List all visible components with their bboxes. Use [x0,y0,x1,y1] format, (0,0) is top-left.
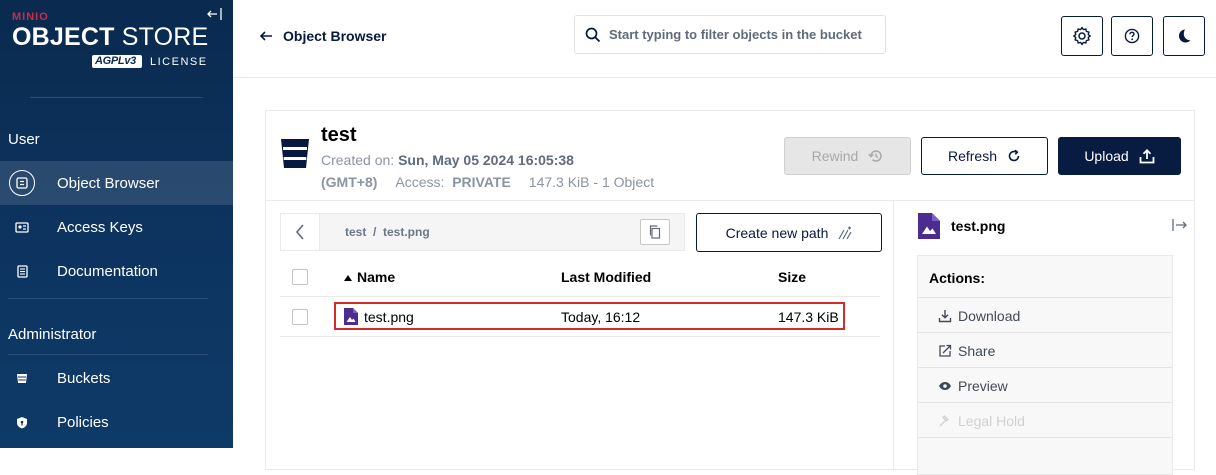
copy-icon [649,225,661,239]
close-panel-icon[interactable] [1172,218,1190,234]
panel-divider [893,200,894,470]
search-box[interactable] [574,15,886,54]
bucket-summary: 147.3 KiB - 1 Object [528,174,655,190]
sidebar-item-label: Object Browser [57,174,160,192]
row-size: 147.3 KiB [778,309,839,325]
share-icon [939,344,952,357]
row-name[interactable]: test.png [364,309,414,325]
rewind-button[interactable]: Rewind [784,137,911,175]
back-arrow-icon [259,31,272,41]
sidebar-item-documentation[interactable]: Documentation [0,249,233,293]
dark-mode-button[interactable] [1163,16,1205,56]
logo-license: AGPLv3 LICENSE [92,55,208,68]
actions-row-empty [918,437,1172,472]
top-bar: Object Browser [233,0,1216,78]
sidebar-divider [8,298,208,299]
help-button[interactable] [1111,16,1153,56]
path-back-button[interactable] [281,214,319,250]
breadcrumb: test / test.png [319,214,684,250]
select-all-checkbox[interactable] [292,269,308,285]
sidebar-item-buckets[interactable]: Buckets [0,356,233,400]
legal-hold-icon [939,415,949,427]
create-new-path-label: Create new path [725,224,829,241]
preview-action[interactable]: Preview [918,367,1172,402]
create-new-path-button[interactable]: Create new path [696,213,882,252]
actions-title: Actions: [929,270,985,286]
chevron-left-icon [295,224,304,240]
search-input[interactable] [609,27,874,42]
legal-hold-action[interactable]: Legal Hold [918,402,1172,437]
bucket-card: test Created on: Sun, May 05 2024 16:05:… [265,110,1195,475]
license-label: LICENSE [150,55,208,68]
new-path-icon [838,226,852,239]
back-label: Object Browser [283,28,387,44]
collapse-sidebar-icon[interactable] [206,7,224,23]
sidebar-item-label: Documentation [57,262,158,280]
sidebar-item-label: Buckets [57,369,111,387]
detail-title: test.png [918,213,1005,239]
sidebar-item-access-keys[interactable]: Access Keys [0,205,233,249]
moon-icon [1179,29,1191,43]
column-name[interactable]: Name [343,269,395,285]
bucket-meta: (GMT+8) Access: PRIVATE 147.3 KiB - 1 Obje… [321,174,654,190]
copy-path-button[interactable] [640,219,670,245]
row-checkbox[interactable] [292,309,308,325]
sort-ascending-icon [344,275,352,281]
share-action[interactable]: Share [918,332,1172,367]
back-to-object-browser[interactable]: Object Browser [259,28,386,44]
rewind-label: Rewind [811,148,859,164]
object-browser-icon [9,170,35,196]
policies-icon [9,409,35,435]
sidebar-divider [8,354,208,355]
section-administrator: Administrator [8,326,97,343]
sidebar-item-label: Policies [57,413,109,431]
column-size[interactable]: Size [778,269,806,285]
refresh-label: Refresh [947,148,998,164]
refresh-icon [1008,149,1020,162]
logo-brand: MINIO [12,11,49,23]
access-label: Access: [395,174,445,190]
settings-button[interactable] [1061,16,1103,56]
help-icon [1124,28,1140,44]
history-icon [868,150,883,162]
path-bar: test / test.png [280,213,685,251]
download-icon [938,310,952,323]
bucket-created: Created on: Sun, May 05 2024 16:05:38 [321,152,574,168]
image-file-icon [918,213,940,239]
sidebar-divider [30,97,203,98]
sidebar: MINIO OBJECT STORE AGPLv3 LICENSE User O… [0,0,233,448]
eye-icon [939,382,951,390]
upload-button[interactable]: Upload [1058,137,1181,175]
sidebar-item-object-browser[interactable]: Object Browser [0,161,233,205]
card-divider [266,200,1194,201]
table-row[interactable]: test.png Today, 16:12 147.3 KiB [280,297,880,337]
download-action[interactable]: Download [918,297,1172,332]
bucket-timezone: (GMT+8) [321,174,378,190]
search-icon [585,27,601,42]
buckets-icon [9,365,35,391]
documentation-icon [9,258,35,284]
column-last-modified[interactable]: Last Modified [561,269,651,285]
agpl-badge: AGPLv3 [92,55,142,68]
access-value: PRIVATE [452,174,511,190]
refresh-button[interactable]: Refresh [921,137,1048,175]
section-user: User [8,131,40,148]
bucket-icon [281,139,309,168]
sidebar-item-label: Access Keys [57,218,143,236]
logo-product: OBJECT STORE [12,23,209,51]
table-header: Name Last Modified Size [280,257,880,297]
access-keys-icon [9,214,35,240]
actions-panel: Actions: Download Share Preview Legal Ho… [917,255,1173,475]
upload-icon [1139,148,1155,163]
row-last-modified: Today, 16:12 [561,309,641,325]
sidebar-item-policies[interactable]: Policies [0,400,233,444]
breadcrumb-text[interactable]: test / test.png [345,225,430,239]
gear-icon [1073,26,1091,46]
upload-label: Upload [1084,148,1129,164]
detail-file-name: test.png [951,218,1006,234]
minio-logo[interactable]: MINIO OBJECT STORE AGPLv3 LICENSE [12,12,212,82]
image-file-icon [344,308,358,325]
bucket-name: test [321,124,357,146]
